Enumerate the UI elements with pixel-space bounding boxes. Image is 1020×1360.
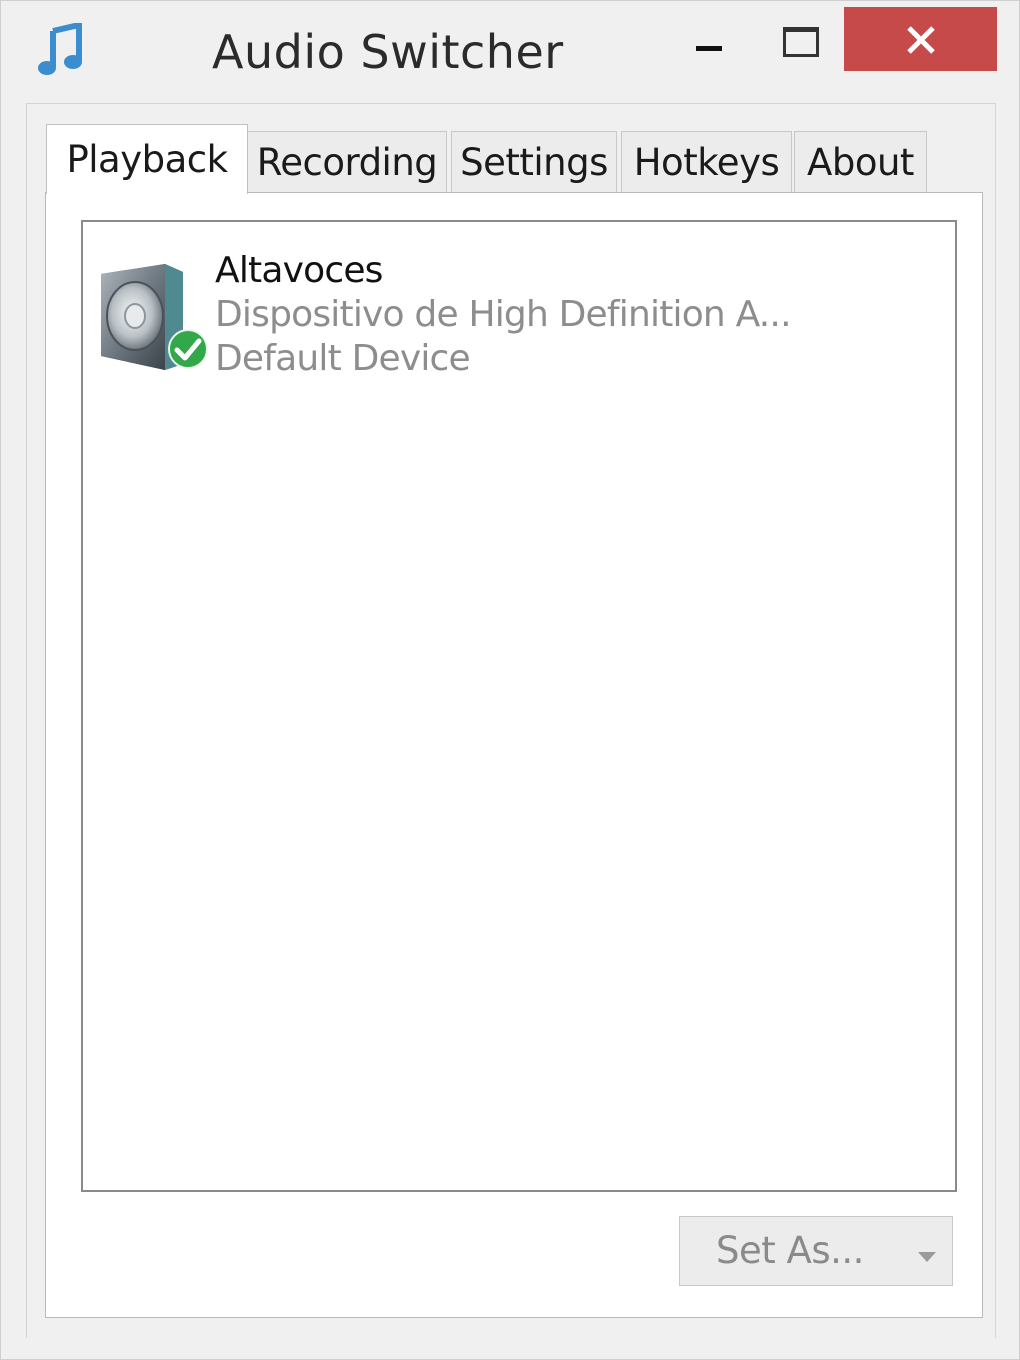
tab-label: Hotkeys	[633, 141, 780, 184]
dropdown-arrow-icon[interactable]	[918, 1247, 936, 1266]
default-checkmark-icon	[167, 328, 209, 374]
tab-settings[interactable]: Settings	[451, 131, 617, 193]
window-title: Audio Switcher	[212, 25, 564, 79]
device-name: Altavoces	[215, 250, 383, 291]
playback-tab-page: Altavoces Dispositivo de High Definition…	[45, 192, 983, 1318]
set-as-button[interactable]: Set As...	[679, 1216, 953, 1286]
title-bar[interactable]: Audio Switcher	[1, 1, 1019, 101]
tab-hotkeys[interactable]: Hotkeys	[621, 131, 792, 193]
list-item[interactable]: Altavoces Dispositivo de High Definition…	[95, 250, 895, 380]
maximize-button[interactable]	[769, 11, 829, 71]
device-status: Default Device	[215, 338, 471, 379]
tab-label: Recording	[256, 141, 438, 184]
tab-playback[interactable]: Playback	[46, 124, 248, 194]
music-note-icon	[37, 21, 85, 79]
tab-about[interactable]: About	[794, 131, 927, 193]
maximize-icon	[783, 27, 819, 57]
tab-label: About	[807, 141, 914, 184]
close-button[interactable]	[844, 7, 997, 71]
set-as-label: Set As...	[716, 1229, 864, 1272]
device-list[interactable]: Altavoces Dispositivo de High Definition…	[81, 220, 957, 1192]
app-window: Audio Switcher Playback Recording Settin…	[0, 0, 1020, 1360]
minimize-button[interactable]	[679, 11, 739, 71]
tab-label: Playback	[66, 138, 228, 181]
tab-label: Settings	[460, 141, 608, 184]
minimize-icon	[696, 46, 722, 51]
tab-recording[interactable]: Recording	[247, 131, 447, 193]
device-description: Dispositivo de High Definition A...	[215, 294, 792, 335]
